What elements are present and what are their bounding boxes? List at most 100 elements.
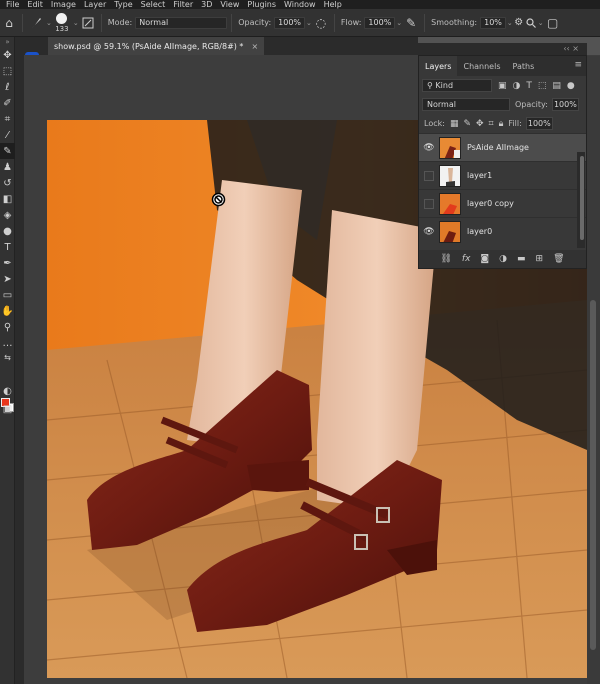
history-brush-tool-icon[interactable]: ↺ <box>0 175 15 191</box>
path-select-tool-icon[interactable]: ➤ <box>0 271 15 287</box>
layer-name[interactable]: layer0 <box>467 227 492 236</box>
blend-mode-select[interactable]: Normal <box>422 98 510 111</box>
layer-thumbnail <box>439 164 461 187</box>
layer-row[interactable]: 👁︎ layer0 <box>419 217 586 245</box>
quick-select-tool-icon[interactable]: ✐ <box>0 95 15 111</box>
mode-select[interactable]: Normal <box>135 16 228 29</box>
share-icon[interactable]: ▢ <box>544 14 562 32</box>
menu-image[interactable]: Image <box>51 0 76 9</box>
tab-channels[interactable]: Channels <box>457 56 506 76</box>
rectangle-tool-icon[interactable]: ▭ <box>0 287 15 303</box>
menu-view[interactable]: View <box>220 0 239 9</box>
pen-tool-icon[interactable]: ✒ <box>0 255 15 271</box>
close-icon[interactable]: × <box>251 42 258 51</box>
lock-all-icon[interactable]: 🔒︎ <box>499 119 504 129</box>
lock-transparent-icon[interactable]: ▦ <box>450 119 459 129</box>
canvas-vertical-scrollbar[interactable] <box>590 300 596 650</box>
adjustment-icon[interactable]: ◑ <box>499 254 507 264</box>
adjustment-filter-icon[interactable]: ◑ <box>513 81 521 91</box>
kind-filter-select[interactable]: ⚲ Kind <box>422 79 492 92</box>
layers-panel: Layers Channels Paths ≡ ⚲ Kind ▣ ◑ T ⬚ ▤… <box>418 55 587 269</box>
airbrush-icon[interactable]: ✎ <box>402 14 420 32</box>
brush-tool-icon[interactable] <box>27 14 45 32</box>
layer-name[interactable]: PsAide AIImage <box>467 143 529 152</box>
hand-tool-icon[interactable]: ✋ <box>0 303 15 319</box>
lock-pixels-icon[interactable]: ✎ <box>463 119 471 129</box>
menu-type[interactable]: Type <box>114 0 132 9</box>
new-layer-icon[interactable]: ⊞ <box>536 254 544 264</box>
shape-filter-icon[interactable]: ⬚ <box>538 81 547 91</box>
quick-mask-icon[interactable]: ◐ <box>0 383 15 399</box>
menu-edit[interactable]: Edit <box>27 0 43 9</box>
lock-position-icon[interactable]: ✥ <box>476 119 484 129</box>
layer-name[interactable]: layer0 copy <box>467 199 514 208</box>
layers-scrollbar-thumb[interactable] <box>580 156 584 240</box>
menu-window[interactable]: Window <box>284 0 316 9</box>
screen-mode-icon[interactable]: ▣ <box>0 401 15 417</box>
kind-filter-label: Kind <box>435 81 454 90</box>
divider <box>231 13 233 32</box>
layer-row[interactable]: 👁︎ PsAide AIImage <box>419 133 586 161</box>
dodge-tool-icon[interactable]: ● <box>0 223 15 239</box>
pixel-filter-icon[interactable]: ▣ <box>498 81 507 91</box>
visibility-toggle[interactable] <box>424 198 434 209</box>
menu-select[interactable]: Select <box>141 0 166 9</box>
more-tools-icon[interactable]: … <box>0 335 15 351</box>
blend-mode-value: Normal <box>427 100 456 109</box>
folder-icon[interactable]: ▬ <box>517 254 526 264</box>
tab-channels-label: Channels <box>463 61 501 71</box>
visibility-toggle[interactable] <box>424 170 434 181</box>
home-icon[interactable]: ⌂ <box>0 14 18 32</box>
document-tab[interactable]: show.psd @ 59.1% (PsAide AIImage, RGB/8#… <box>48 37 265 55</box>
trash-icon[interactable]: 🗑︎ <box>553 254 564 264</box>
search-icon[interactable] <box>525 14 537 32</box>
clone-stamp-tool-icon[interactable]: ♟ <box>0 159 15 175</box>
lock-artboard-icon[interactable]: ⌗ <box>489 119 494 129</box>
pressure-opacity-icon[interactable]: ◌ <box>312 14 330 32</box>
fill-field[interactable]: 100% <box>525 117 553 130</box>
lasso-tool-icon[interactable]: ℓ <box>0 79 15 95</box>
brush-tool-icon[interactable]: ✎ <box>0 143 15 159</box>
menu-file[interactable]: File <box>6 0 19 9</box>
type-tool-icon[interactable]: T <box>0 239 15 255</box>
collapse-icon[interactable]: » <box>0 37 15 47</box>
visibility-eye-icon[interactable]: 👁︎ <box>419 143 439 153</box>
layer-row[interactable]: layer1 <box>419 161 586 189</box>
collapse-panels-icon[interactable]: ‹‹ × <box>563 43 579 55</box>
brush-preset-picker[interactable]: 133 <box>52 11 72 35</box>
menu-plugins[interactable]: Plugins <box>247 0 276 9</box>
type-filter-icon[interactable]: T <box>526 81 532 91</box>
brush-settings-icon[interactable] <box>79 14 97 32</box>
brush-tip-preview <box>56 12 68 24</box>
opacity-label: Opacity: <box>238 18 272 27</box>
tab-layers[interactable]: Layers <box>419 56 458 76</box>
eraser-tool-icon[interactable]: ◧ <box>0 191 15 207</box>
swap-colors-icon[interactable]: ⇆ <box>0 351 15 363</box>
menu-layer[interactable]: Layer <box>84 0 106 9</box>
tab-paths[interactable]: Paths <box>507 56 541 76</box>
layer-row[interactable]: layer0 copy <box>419 189 586 217</box>
tab-layers-label: Layers <box>425 61 452 71</box>
flow-field[interactable]: 100% <box>364 16 396 29</box>
visibility-eye-icon[interactable]: 👁︎ <box>419 227 439 237</box>
marquee-tool-icon[interactable]: ⬚ <box>0 63 15 79</box>
crop-tool-icon[interactable]: ⌗ <box>0 111 15 127</box>
panel-menu-icon[interactable]: ≡ <box>574 60 582 70</box>
opacity-field[interactable]: 100% <box>274 16 306 29</box>
eyedropper-tool-icon[interactable]: ⁄ <box>0 127 15 143</box>
menu-help[interactable]: Help <box>324 0 342 9</box>
mask-icon[interactable]: ◙ <box>480 254 489 264</box>
zoom-tool-icon[interactable]: ⚲ <box>0 319 15 335</box>
gear-icon[interactable]: ⚙ <box>513 14 525 32</box>
menu-3d[interactable]: 3D <box>201 0 212 9</box>
menu-filter[interactable]: Filter <box>173 0 193 9</box>
fx-icon[interactable]: fx <box>462 254 471 264</box>
smoothing-field[interactable]: 10% <box>480 16 506 29</box>
filter-toggle-icon[interactable]: ● <box>567 81 575 91</box>
paint-bucket-tool-icon[interactable]: ◈ <box>0 207 15 223</box>
layer-opacity-field[interactable]: 100% <box>551 98 579 111</box>
layer-name[interactable]: layer1 <box>467 171 492 180</box>
smart-object-filter-icon[interactable]: ▤ <box>552 81 561 91</box>
link-icon[interactable]: ⛓ <box>440 254 451 264</box>
move-tool-icon[interactable]: ✥ <box>0 47 15 63</box>
